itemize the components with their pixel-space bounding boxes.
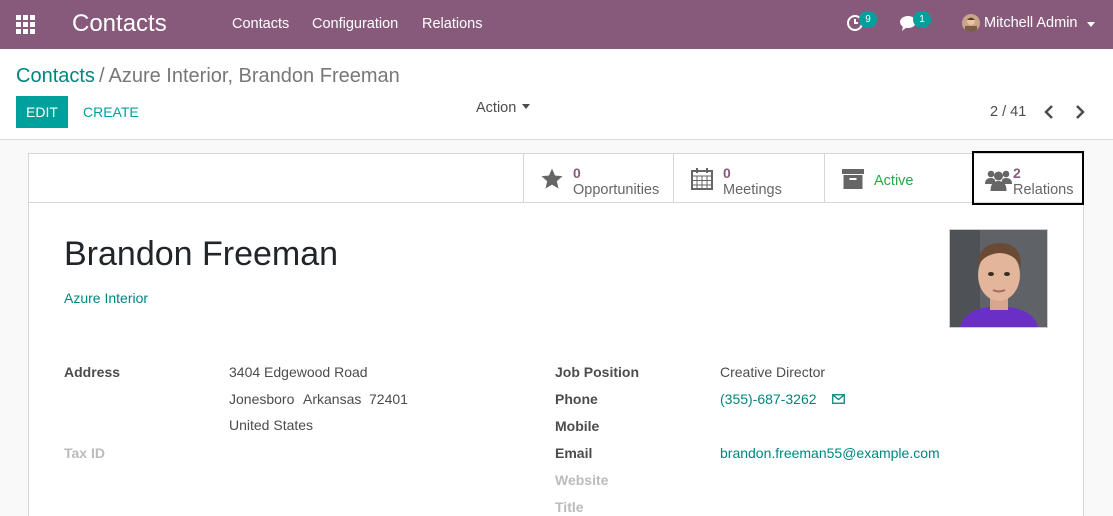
form-sheet: 0 Opportunities 0 Meetings Active 2 Rela… [28,151,1084,516]
job-position-label: Job Position [555,364,639,380]
sms-envelope-icon[interactable] [832,394,845,404]
smart-button-box: 0 Opportunities 0 Meetings Active 2 Rela… [29,151,1084,205]
breadcrumb-current: Azure Interior, Brandon Freeman [108,65,400,87]
company-link[interactable]: Azure Interior [64,290,148,306]
address-label: Address [64,364,121,380]
pager-value[interactable]: 2 / 41 [990,104,1026,120]
pager-previous-icon[interactable] [1039,101,1061,123]
opportunities-label: Opportunities [573,182,660,198]
action-label: Action [476,100,517,116]
menu-configuration[interactable]: Configuration [312,16,398,32]
state-field: Arkansas [303,391,362,407]
phone-label: Phone [555,391,598,407]
meetings-label: Meetings [723,182,782,198]
menu-contacts[interactable]: Contacts [232,16,289,32]
calendar-icon [691,168,713,190]
user-avatar [962,14,980,32]
tax-id-label: Tax ID [64,445,105,461]
breadcrumb: Contacts / Azure Interior, Brandon Freeman [16,65,400,88]
phone-link[interactable]: (355)-687-3262 [720,391,817,407]
opportunities-count: 0 [573,165,581,181]
street-field: 3404 Edgewood Road [229,364,368,380]
partner-name: Brandon Freeman [64,235,339,273]
meetings-button[interactable]: 0 Meetings [673,154,823,202]
app-title[interactable]: Contacts [72,10,167,38]
opportunities-button[interactable]: 0 Opportunities [523,154,673,202]
apps-menu-icon[interactable] [16,15,35,34]
active-label: Active [874,173,914,189]
partner-photo[interactable] [949,229,1048,328]
user-name: Mitchell Admin [984,15,1078,31]
archive-icon [842,169,864,189]
create-button[interactable]: CREATE [83,104,139,120]
title-label: Title [555,499,584,515]
website-label: Website [555,472,609,488]
breadcrumb-contacts-link[interactable]: Contacts [16,65,95,87]
top-navbar: Contacts Contacts Configuration Relation… [0,0,1113,49]
relations-focus-highlight [972,151,1084,205]
pager-next-icon[interactable] [1069,101,1091,123]
meetings-count: 0 [723,165,731,181]
mobile-label: Mobile [555,418,600,434]
zip-field: 72401 [369,391,408,407]
city-field: Jonesboro [229,391,295,407]
activity-badge: 9 [859,11,877,28]
job-position-field: Creative Director [720,364,826,380]
action-caret-icon [522,103,531,109]
edit-button[interactable]: EDIT [16,96,68,128]
menu-relations[interactable]: Relations [422,16,482,32]
star-icon [541,168,563,189]
messages-badge: 1 [913,11,931,28]
country-field: United States [229,417,314,433]
user-caret-icon [1087,22,1095,27]
breadcrumb-separator: / [98,65,105,87]
action-dropdown[interactable]: Action [476,100,531,116]
email-label: Email [555,445,593,461]
email-link[interactable]: brandon.freeman55@example.com [720,445,940,461]
active-toggle-button[interactable]: Active [824,154,974,202]
